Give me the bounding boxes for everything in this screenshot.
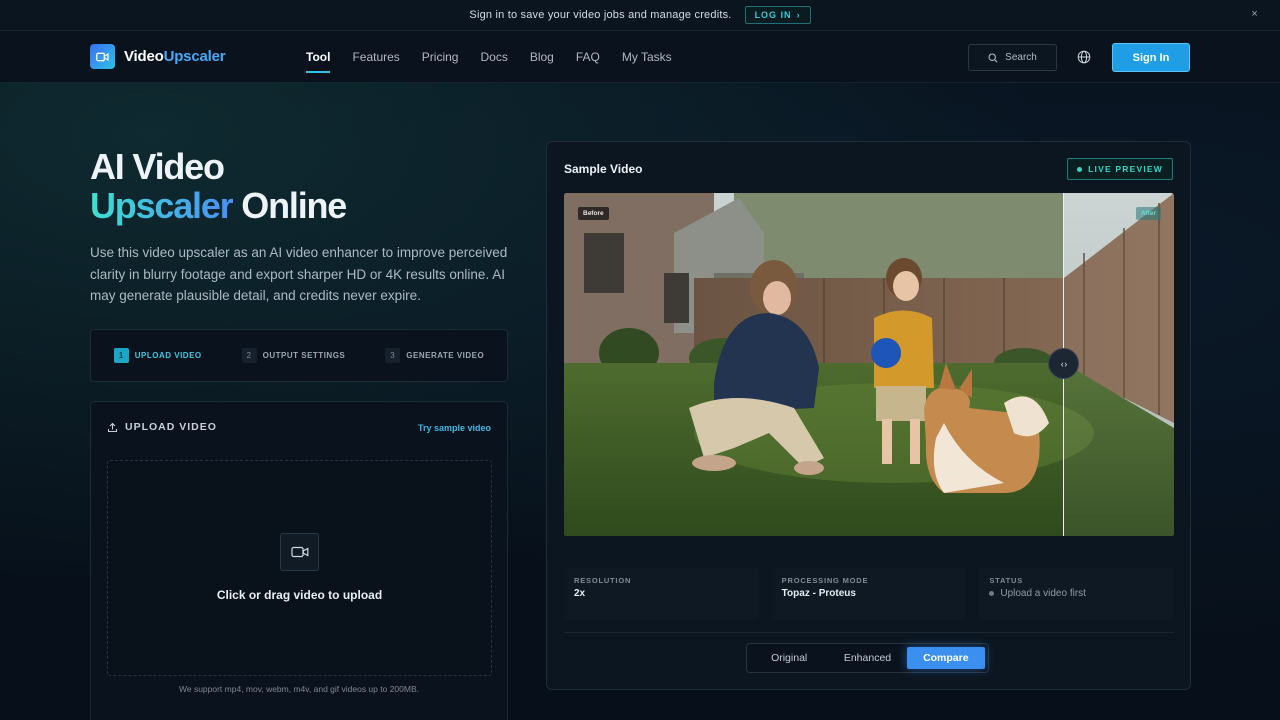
signin-banner: Sign in to save your video jobs and mana… [0,0,1280,31]
logo-text: VideoUpscaler [124,48,226,65]
processing-mode-label: PROCESSING MODE [781,576,869,585]
title-line-2: Upscaler Online [90,185,347,226]
processing-mode-stat: PROCESSING MODE Topaz - Proteus [771,568,967,620]
upload-card: UPLOAD VIDEO Try sample video Click or d… [90,401,508,720]
supported-formats-text: We support mp4, mov, webm, m4v, and gif … [178,684,419,694]
view-enhanced-button[interactable]: Enhanced [828,647,906,669]
logo-accent: Upscaler [163,48,226,65]
sign-in-button[interactable]: Sign In [1112,43,1190,72]
nav-item-features[interactable]: Features [352,31,399,83]
search-icon [988,52,998,63]
close-icon[interactable]: × [1251,8,1258,20]
status-label: STATUS [989,576,1024,585]
step-label: UPLOAD VIDEO [134,351,202,360]
video-frame-image [564,193,1174,536]
banner-login-button[interactable]: LOG IN › [744,6,811,24]
step-label: GENERATE VIDEO [406,351,485,360]
compare-slider-handle[interactable]: ‹ › [1048,348,1079,379]
banner-login-label: LOG IN [754,10,792,20]
resolution-label: RESOLUTION [574,576,632,585]
live-dot-icon [1077,166,1083,172]
status-stat: STATUS Upload a video first [979,568,1175,620]
upload-dropzone[interactable]: Click or drag video to upload [107,460,492,676]
chevron-right-icon: › [796,10,801,20]
view-original-button[interactable]: Original [750,647,828,669]
comparison-video[interactable]: Before After ‹ › [564,193,1174,536]
globe-icon[interactable] [1077,50,1091,64]
nav-item-blog[interactable]: Blog [530,31,554,83]
try-sample-video-link[interactable]: Try sample video [418,423,491,433]
hero-description: Use this video upscaler as an AI video e… [90,245,508,303]
search-label: Search [1005,52,1037,63]
title-line-1: AI Video [90,146,225,187]
upload-heading-text: UPLOAD VIDEO [125,421,217,433]
status-dot-icon [989,591,995,596]
banner-message: Sign in to save your video jobs and mana… [469,9,732,21]
preview-card: Sample Video LIVE PREVIEW Before After ‹… [546,141,1191,690]
video-camera-icon [90,44,115,69]
status-value: Upload a video first [989,588,1164,599]
drag-arrows-icon: ‹ › [1060,358,1067,369]
steps-indicator: 1 UPLOAD VIDEO 2 OUTPUT SETTINGS 3 GENER… [90,329,508,382]
title-rest: Online [232,185,347,226]
step-output-settings[interactable]: 2 OUTPUT SETTINGS [241,348,346,363]
nav-item-my-tasks[interactable]: My Tasks [622,31,672,83]
live-preview-badge: LIVE PREVIEW [1067,158,1173,180]
step-number: 2 [241,348,257,363]
search-button[interactable]: Search [968,44,1057,71]
title-accent: Upscaler [90,185,234,226]
upload-icon [107,422,118,432]
divider [564,632,1174,633]
step-upload-video[interactable]: 1 UPLOAD VIDEO [113,348,202,363]
video-stats: RESOLUTION 2x PROCESSING MODE Topaz - Pr… [564,568,1175,620]
step-generate-video[interactable]: 3 GENERATE VIDEO [385,348,484,363]
step-label: OUTPUT SETTINGS [262,351,346,360]
logo-main: Video [124,48,164,65]
nav-item-docs[interactable]: Docs [480,31,507,83]
top-nav: VideoUpscaler Tool Features Pricing Docs… [0,31,1280,83]
dropzone-text: Click or drag video to upload [216,588,383,602]
upload-heading: UPLOAD VIDEO [107,421,217,433]
live-preview-label: LIVE PREVIEW [1088,164,1163,174]
resolution-value: 2x [574,588,586,599]
nav-item-pricing[interactable]: Pricing [422,31,459,83]
logo[interactable]: VideoUpscaler [90,44,226,69]
view-compare-button[interactable]: Compare [906,647,985,669]
step-number: 1 [113,348,129,363]
nav-item-faq[interactable]: FAQ [576,31,600,83]
status-text: Upload a video first [1000,588,1086,599]
after-tag: After [1135,207,1161,220]
video-camera-icon [280,533,319,571]
preview-title: Sample Video [564,162,643,176]
before-tag: Before [578,207,609,220]
view-toggle: Original Enhanced Compare [746,643,989,673]
step-number: 3 [385,348,401,363]
main-menu: Tool Features Pricing Docs Blog FAQ My T… [306,31,672,83]
nav-item-tool[interactable]: Tool [306,31,331,83]
processing-mode-value: Topaz - Proteus [781,588,856,599]
resolution-stat: RESOLUTION 2x [564,568,759,620]
page-title: AI Video Upscaler Online [90,146,347,226]
